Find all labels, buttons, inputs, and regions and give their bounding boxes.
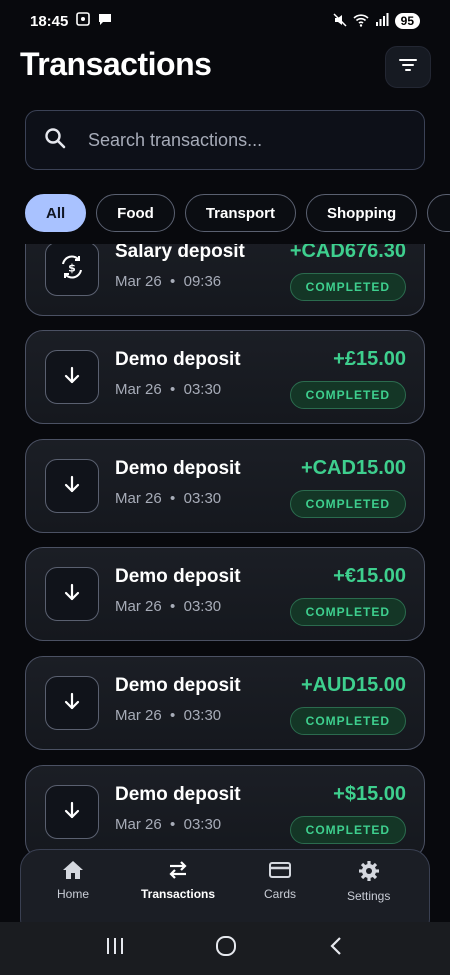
chip-label: All	[46, 204, 66, 222]
transaction-date: Mar 26	[115, 816, 162, 833]
transaction-time: 03:30	[183, 490, 222, 507]
transaction-card[interactable]: Demo deposit Mar 26 • 03:30 +$15.00 COMP…	[25, 765, 425, 859]
transaction-meta: Mar 26 • 03:30	[115, 816, 222, 833]
status-bar: 18:45 95	[0, 0, 450, 42]
transaction-meta: Mar 26 • 03:30	[115, 490, 222, 507]
status-badge: COMPLETED	[289, 273, 406, 301]
transaction-title: Demo deposit	[115, 675, 241, 696]
chip-shopping[interactable]: Shopping	[306, 194, 418, 232]
transaction-date: Mar 26	[115, 490, 162, 507]
transaction-card[interactable]: Demo deposit Mar 26 • 03:30 +CAD15.00 CO…	[25, 439, 425, 533]
transaction-icon-box	[45, 567, 99, 621]
chip-transport[interactable]: Transport	[184, 194, 297, 232]
transaction-icon-box	[45, 676, 99, 730]
signal-icon	[375, 12, 389, 30]
transaction-title: Salary deposit	[115, 244, 245, 262]
transaction-icon-box: $	[45, 244, 99, 296]
transaction-title: Demo deposit	[115, 349, 241, 370]
chip-label: Shopping	[327, 204, 397, 222]
filter-button[interactable]	[385, 46, 431, 88]
arrow-down-icon	[61, 690, 83, 717]
transaction-title: Demo deposit	[115, 566, 241, 587]
system-nav-bar	[0, 922, 450, 975]
arrow-down-icon	[61, 581, 83, 608]
transaction-title: Demo deposit	[115, 784, 241, 805]
transaction-card[interactable]: Demo deposit Mar 26 • 03:30 +€15.00 COMP…	[25, 547, 425, 641]
chip-food[interactable]: Food	[96, 194, 175, 232]
nav-label: Home	[57, 887, 90, 901]
transaction-meta: Mar 26 • 09:36	[115, 273, 222, 290]
transaction-icon-box	[45, 785, 99, 839]
chip-label: Transport	[205, 204, 276, 222]
arrow-down-icon	[61, 799, 83, 826]
screen-record-icon	[76, 12, 91, 30]
back-icon[interactable]	[326, 935, 346, 962]
transaction-date: Mar 26	[115, 273, 162, 290]
nav-label: Settings	[347, 889, 391, 903]
card-icon	[268, 860, 292, 887]
wifi-icon	[353, 13, 369, 30]
transaction-card[interactable]: $ Salary deposit Mar 26 • 09:36 +CAD676.…	[25, 244, 425, 316]
transaction-amount: +AUD15.00	[300, 674, 406, 696]
transaction-date: Mar 26	[115, 381, 162, 398]
transaction-date: Mar 26	[115, 598, 162, 615]
chat-icon	[98, 12, 112, 30]
filter-icon	[398, 57, 418, 78]
gear-icon	[358, 860, 380, 889]
transaction-amount: +£15.00	[333, 348, 406, 370]
status-badge: COMPLETED	[289, 707, 406, 735]
status-right: 95	[333, 12, 420, 30]
transaction-time: 03:30	[183, 381, 222, 398]
status-left: 18:45	[30, 12, 112, 30]
arrow-down-icon	[61, 473, 83, 500]
transaction-card[interactable]: Demo deposit Mar 26 • 03:30 +£15.00 COMP…	[25, 330, 425, 424]
transaction-icon-box	[45, 459, 99, 513]
transaction-time: 03:30	[183, 816, 222, 833]
transaction-meta: Mar 26 • 03:30	[115, 598, 222, 615]
transaction-amount: +CAD15.00	[300, 457, 406, 479]
nav-transactions[interactable]: Transactions	[141, 860, 215, 901]
home-button-icon[interactable]	[214, 935, 238, 962]
battery-indicator: 95	[394, 13, 420, 29]
status-badge: COMPLETED	[289, 490, 406, 518]
swap-icon	[167, 860, 189, 887]
svg-text:$: $	[68, 261, 76, 274]
transaction-time: 03:30	[183, 707, 222, 724]
nav-cards[interactable]: Cards	[264, 860, 296, 901]
transaction-date: Mar 26	[115, 707, 162, 724]
mute-icon	[333, 12, 347, 30]
transaction-amount: +CAD676.30	[289, 244, 406, 262]
filter-chips: All Food Transport Shopping	[25, 194, 450, 232]
nav-settings[interactable]: Settings	[347, 860, 390, 903]
transaction-amount: +$15.00	[333, 783, 406, 805]
home-icon	[62, 860, 84, 887]
nav-home[interactable]: Home	[57, 860, 89, 901]
chip-label: Food	[117, 204, 154, 222]
recents-icon[interactable]	[104, 936, 126, 961]
search-icon	[44, 127, 66, 154]
nav-label: Transactions	[141, 887, 216, 901]
search-bar[interactable]	[25, 110, 425, 170]
transaction-meta: Mar 26 • 03:30	[115, 707, 222, 724]
transaction-time: 09:36	[183, 273, 222, 290]
chip-all[interactable]: All	[25, 194, 87, 232]
status-time: 18:45	[30, 12, 69, 30]
transaction-icon-box	[45, 350, 99, 404]
nav-label: Cards	[264, 887, 297, 901]
salary-icon: $	[58, 253, 86, 286]
transaction-time: 03:30	[183, 598, 222, 615]
transaction-card[interactable]: Demo deposit Mar 26 • 03:30 +AUD15.00 CO…	[25, 656, 425, 750]
status-badge: COMPLETED	[289, 816, 406, 844]
chip-more[interactable]	[427, 194, 450, 232]
page-title: Transactions	[20, 46, 212, 82]
transaction-meta: Mar 26 • 03:30	[115, 381, 222, 398]
transaction-title: Demo deposit	[115, 458, 241, 479]
status-badge: COMPLETED	[289, 598, 406, 626]
search-input[interactable]	[86, 128, 390, 152]
status-badge: COMPLETED	[289, 381, 406, 409]
transaction-amount: +€15.00	[333, 565, 406, 587]
arrow-down-icon	[61, 364, 83, 391]
